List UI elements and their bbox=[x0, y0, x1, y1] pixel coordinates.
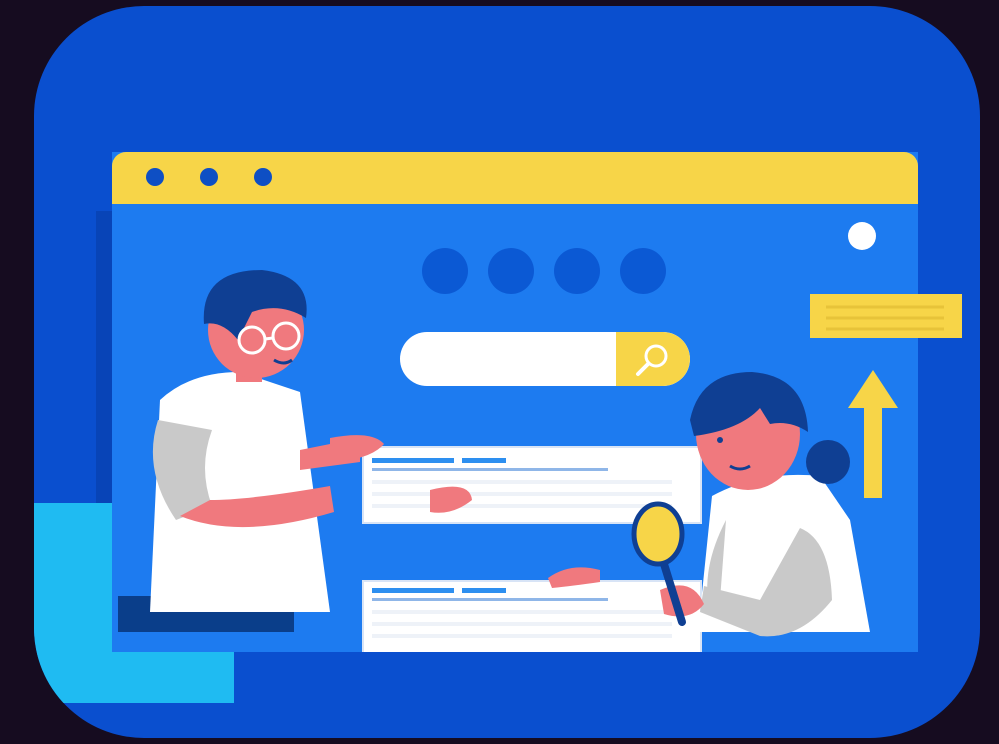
man-figure bbox=[118, 270, 472, 632]
arrow-up-icon bbox=[848, 370, 898, 498]
woman-figure bbox=[548, 372, 870, 637]
magnifying-glass-icon bbox=[631, 501, 686, 626]
highlight-tag bbox=[810, 294, 962, 338]
illustration-overlay bbox=[118, 270, 962, 637]
